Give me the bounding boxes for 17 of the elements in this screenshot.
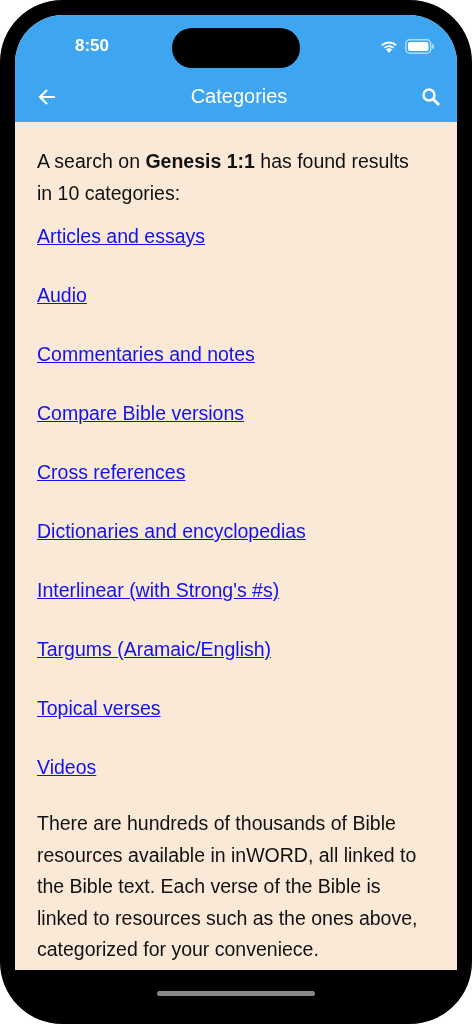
category-link[interactable]: Commentaries and notes: [37, 341, 255, 367]
category-link[interactable]: Dictionaries and encyclopedias: [37, 518, 306, 544]
category-link[interactable]: Audio: [37, 282, 87, 308]
category-link[interactable]: Cross references: [37, 459, 186, 485]
category-link[interactable]: Articles and essays: [37, 223, 205, 249]
intro-text: A search on Genesis 1:1 has found results in 10 categories:: [37, 149, 410, 206]
category-link[interactable]: Interlinear (with Strong's #s): [37, 577, 280, 603]
back-arrow-icon: [37, 86, 57, 107]
search-icon: [421, 86, 441, 107]
category-link[interactable]: Targums (Aramaic/English): [37, 636, 272, 662]
battery-icon: [405, 38, 435, 54]
page-title: Categories: [190, 85, 288, 108]
category-link[interactable]: Compare Bible versions: [37, 400, 244, 426]
category-link[interactable]: Topical verses: [37, 695, 161, 721]
status-time: 8:50: [75, 36, 110, 56]
description-text: There are hundreds of thousands of Bible resources available in inWORD, all linked to the Bible text. Each verse of the Bible is linked to resources such as the ones above, categorized for your conveniece.: [37, 811, 419, 962]
category-link[interactable]: Videos: [37, 754, 97, 780]
